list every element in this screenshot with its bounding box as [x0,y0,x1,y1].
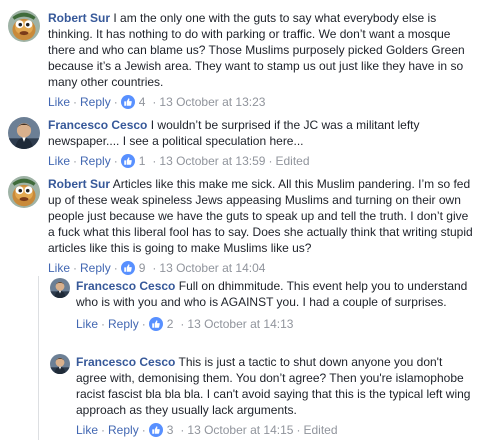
thumbs-up-icon [120,95,135,109]
separator: · [101,423,106,437]
comment-text: I am the only one with the guts to say w… [48,11,465,89]
thumbs-up-icon [148,317,163,331]
comment-timestamp[interactable]: 13 October at 13:59 [159,153,265,169]
comment-body: Robert Sur Articles like this make me si… [48,176,476,276]
comment-body: Francesco Cesco This is just a tactic to… [76,354,476,438]
separator: · [113,261,118,275]
thumbs-up-icon [120,154,135,168]
separator: · [73,261,78,275]
comment-body: Francesco Cesco Full on dhimmitude. This… [76,278,476,332]
separator: · [113,154,118,168]
profile-photo-icon[interactable] [50,278,70,298]
comment-timestamp[interactable]: 13 October at 14:15 [187,422,293,438]
comment-timestamp[interactable]: 13 October at 14:04 [159,260,265,276]
comment-text-block: Robert Sur I am the only one with the gu… [48,10,476,90]
comment-author[interactable]: Robert Sur [48,11,110,25]
reply-button[interactable]: Reply [80,260,111,276]
edited-label[interactable]: Edited [303,422,337,438]
like-count: 1 [138,154,146,168]
comment-author[interactable]: Francesco Cesco [48,118,147,132]
like-button[interactable]: Like [48,260,70,276]
reaction-count[interactable]: 4 [120,94,146,110]
like-count: 3 [166,423,174,437]
reply-thread-line [38,276,39,440]
comment-author[interactable]: Francesco Cesco [76,279,175,293]
separator: · [73,154,78,168]
comment-actions: Like · Reply · 4 · 13 October at 13:23 [48,94,476,110]
reply-button[interactable]: Reply [108,422,139,438]
like-count: 9 [138,261,146,275]
comment-actions: Like · Reply · 1 · 13 October at 13:59 ·… [48,153,476,169]
reaction-count[interactable]: 1 [120,153,146,169]
like-button[interactable]: Like [76,316,98,332]
comment-actions: Like · Reply · 3 · 13 October at 14:15 ·… [76,422,476,438]
comment-actions: Like · Reply · 2 · 13 October at 14:13 [76,316,476,332]
thumbs-up-icon [148,423,163,437]
separator: · [296,423,301,437]
reply-button[interactable]: Reply [80,94,111,110]
separator: · [152,95,157,109]
like-button[interactable]: Like [48,153,70,169]
reply-button[interactable]: Reply [108,316,139,332]
like-button[interactable]: Like [48,94,70,110]
separator: · [141,317,146,331]
separator: · [180,317,185,331]
comment-text-block: Robert Sur Articles like this make me si… [48,176,476,256]
edited-label[interactable]: Edited [275,153,309,169]
like-button[interactable]: Like [76,422,98,438]
separator: · [152,154,157,168]
comment-timestamp[interactable]: 13 October at 13:23 [159,94,265,110]
comment-text-block: Francesco Cesco I wouldn’t be surprised … [48,117,476,149]
reaction-count[interactable]: 3 [148,422,174,438]
comment-text: Articles like this make me sick. All thi… [48,177,473,255]
comment-author[interactable]: Francesco Cesco [76,355,175,369]
comment-text-block: Francesco Cesco This is just a tactic to… [76,354,476,418]
separator: · [180,423,185,437]
profile-photo-icon[interactable] [8,117,40,149]
separator: · [141,423,146,437]
comment-actions: Like · Reply · 9 · 13 October at 14:04 [48,260,476,276]
separator: · [73,95,78,109]
separator: · [152,261,157,275]
reaction-count[interactable]: 9 [120,260,146,276]
like-count: 4 [138,95,146,109]
comment-body: Francesco Cesco I wouldn’t be surprised … [48,117,476,169]
cartoon-avatar-icon[interactable] [8,10,40,42]
comment-text-block: Francesco Cesco Full on dhimmitude. This… [76,278,476,310]
reply-button[interactable]: Reply [80,153,111,169]
profile-photo-icon[interactable] [50,354,70,374]
like-count: 2 [166,317,174,331]
thumbs-up-icon [120,261,135,275]
comment-timestamp[interactable]: 13 October at 14:13 [187,316,293,332]
separator: · [101,317,106,331]
reaction-count[interactable]: 2 [148,316,174,332]
comment-author[interactable]: Robert Sur [48,177,110,191]
separator: · [268,154,273,168]
separator: · [113,95,118,109]
cartoon-avatar-icon[interactable] [8,176,40,208]
comment-body: Robert Sur I am the only one with the gu… [48,10,476,110]
